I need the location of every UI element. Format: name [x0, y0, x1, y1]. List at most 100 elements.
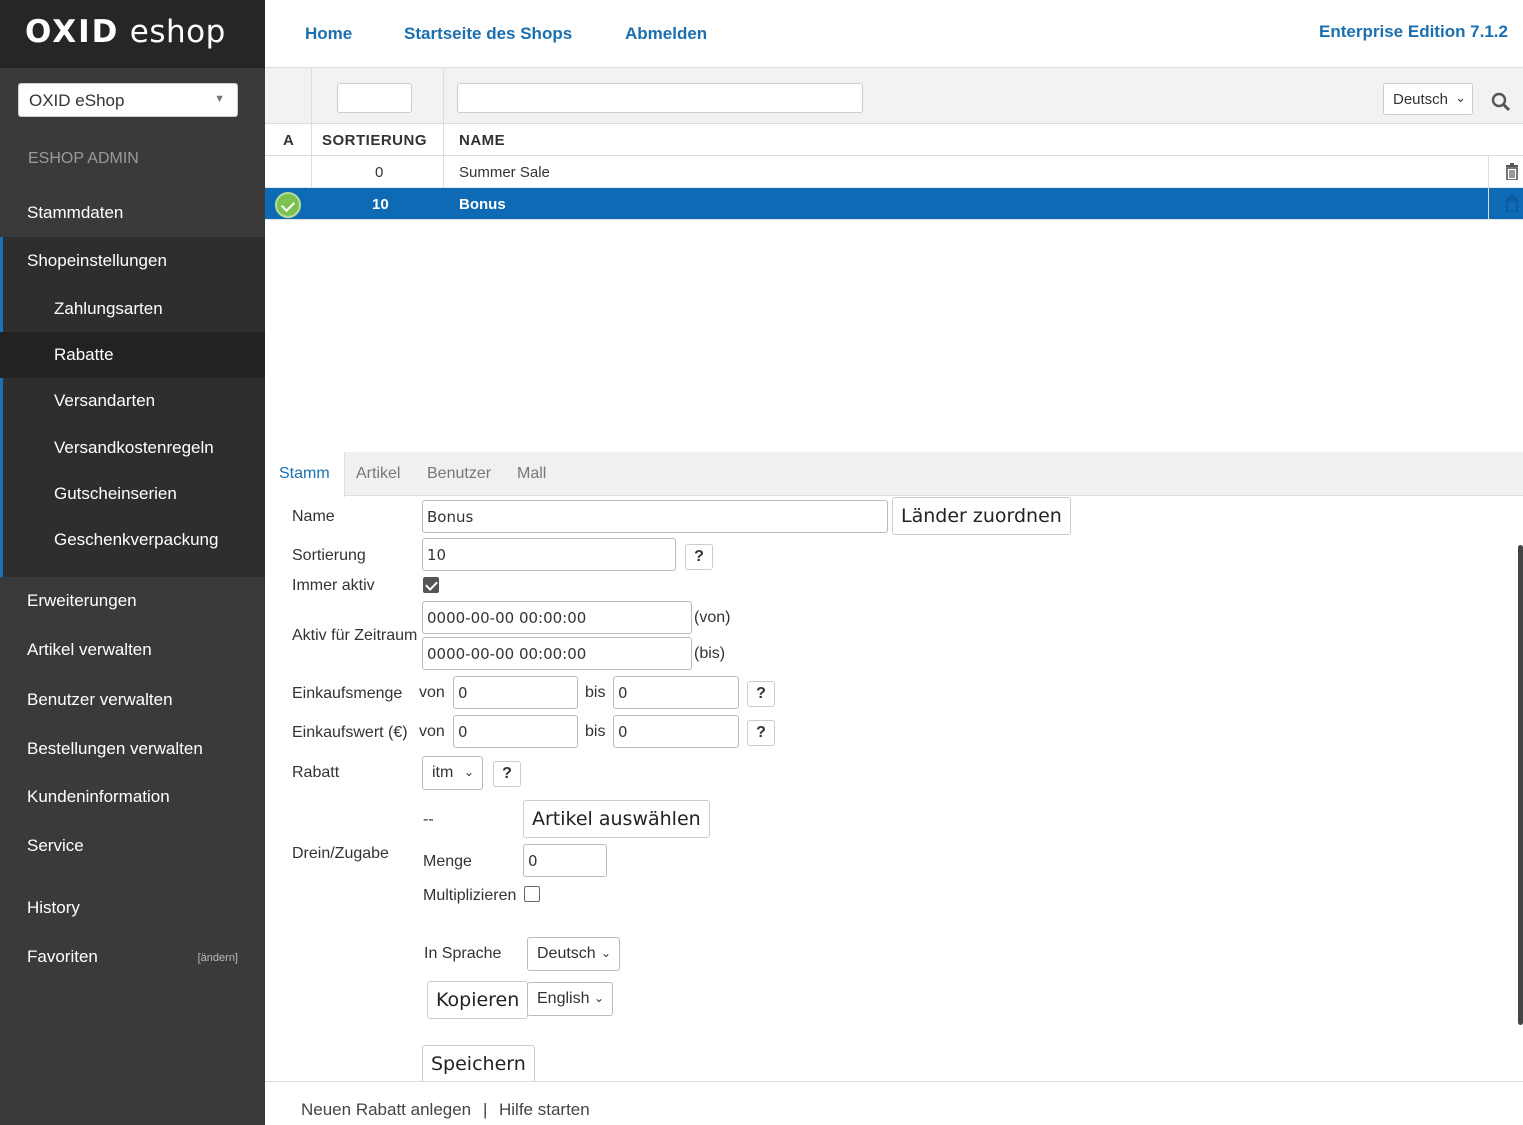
- nav-stammdaten[interactable]: Stammdaten: [0, 203, 265, 223]
- section-label: ESHOP ADMIN: [28, 150, 139, 167]
- table-row-selected[interactable]: 10 Bonus: [265, 188, 1523, 220]
- help-icon[interactable]: ?: [493, 761, 521, 787]
- footer: Neuen Rabatt anlegen | Hilfe starten: [265, 1081, 1523, 1125]
- price-von-label: von: [419, 723, 445, 740]
- header-name[interactable]: NAME: [459, 132, 505, 149]
- copy-button[interactable]: Kopieren: [427, 981, 529, 1019]
- sidebar: OXID eshop OXID eShop ▼ ESHOP ADMIN Stam…: [0, 0, 265, 1125]
- home-link[interactable]: Home: [305, 24, 352, 44]
- tab-stamm[interactable]: Stamm: [265, 452, 345, 497]
- name-label: Name: [292, 508, 335, 525]
- language-filter-select[interactable]: Deutsch ⌄: [1383, 83, 1473, 115]
- help-icon[interactable]: ?: [747, 720, 775, 746]
- nav-history[interactable]: History: [0, 898, 265, 918]
- nav-sub-versandarten[interactable]: Versandarten: [0, 378, 265, 424]
- header-sortierung[interactable]: SORTIERUNG: [322, 132, 427, 149]
- nav-erweiterungen[interactable]: Erweiterungen: [0, 591, 265, 611]
- bonus-article-value: --: [423, 811, 434, 828]
- search-icon[interactable]: [1491, 92, 1511, 112]
- nav-kundeninformation[interactable]: Kundeninformation: [0, 787, 265, 807]
- form-scrollbar[interactable]: [1518, 545, 1523, 1025]
- language-select[interactable]: Deutsch ⌄: [527, 937, 620, 971]
- amount-to-input[interactable]: 0: [613, 676, 739, 709]
- name-filter-input[interactable]: [457, 83, 863, 113]
- column-divider: [1488, 156, 1489, 220]
- quantity-label: Menge: [423, 853, 472, 870]
- trash-icon[interactable]: [1505, 163, 1519, 180]
- chevron-down-icon: ⌄: [463, 765, 474, 779]
- quantity-input[interactable]: 0: [523, 844, 607, 877]
- nav-artikel-verwalten[interactable]: Artikel verwalten: [0, 640, 265, 660]
- language-select-value: Deutsch: [537, 945, 596, 962]
- amount-from-input[interactable]: 0: [453, 676, 578, 709]
- chevron-down-icon: ⌄: [600, 946, 611, 960]
- tab-benutzer[interactable]: Benutzer: [427, 452, 491, 496]
- row-name[interactable]: Summer Sale: [459, 164, 550, 181]
- nav-bestellungen-verwalten[interactable]: Bestellungen verwalten: [0, 739, 265, 759]
- shop-start-link[interactable]: Startseite des Shops: [404, 24, 572, 44]
- sort-label: Sortierung: [292, 547, 366, 564]
- trash-icon[interactable]: [1505, 195, 1519, 212]
- amount-label: Einkaufsmenge: [292, 685, 403, 702]
- oxid-logo[interactable]: OXID eshop: [0, 0, 265, 68]
- nav-sub-gutscheinserien[interactable]: Gutscheinserien: [0, 471, 265, 517]
- help-icon[interactable]: ?: [685, 544, 713, 570]
- filter-row: Deutsch ⌄: [265, 68, 1523, 124]
- active-check-icon: [275, 192, 301, 218]
- nav-shopeinstellungen-group: Shopeinstellungen Zahlungsarten Rabatte …: [0, 237, 265, 577]
- list-header: A SORTIERUNG NAME: [265, 124, 1523, 156]
- shop-select[interactable]: OXID eShop ▼: [18, 83, 238, 117]
- select-article-button[interactable]: Artikel auswählen: [523, 800, 710, 838]
- top-header: Home Startseite des Shops Abmelden Enter…: [265, 0, 1523, 68]
- amount-von-label: von: [419, 684, 445, 701]
- price-to-input[interactable]: 0: [613, 715, 739, 748]
- row-name[interactable]: Bonus: [459, 196, 506, 213]
- sort-filter-input[interactable]: [337, 83, 412, 113]
- discount-type-value: itm: [432, 764, 454, 781]
- copy-language-select[interactable]: English ⌄: [527, 982, 613, 1016]
- logout-link[interactable]: Abmelden: [625, 24, 707, 44]
- multiply-label: Multiplizieren: [423, 887, 517, 904]
- row-sort: 10: [372, 196, 389, 213]
- always-active-label: Immer aktiv: [292, 577, 375, 594]
- multiply-checkbox[interactable]: [524, 886, 540, 902]
- header-active[interactable]: A: [283, 132, 294, 149]
- sort-input[interactable]: 10: [422, 538, 676, 571]
- chevron-down-icon: ⌄: [1455, 90, 1466, 105]
- table-row[interactable]: 0 Summer Sale: [265, 156, 1523, 188]
- help-start-link[interactable]: Hilfe starten: [499, 1100, 590, 1120]
- amount-bis-label: bis: [585, 684, 606, 701]
- language-filter-value: Deutsch: [1393, 91, 1449, 108]
- new-discount-link[interactable]: Neuen Rabatt anlegen: [301, 1100, 471, 1120]
- language-label: In Sprache: [424, 945, 502, 962]
- price-label: Einkaufswert (€): [292, 724, 408, 741]
- copy-language-value: English: [537, 990, 590, 1007]
- nav-benutzer-verwalten[interactable]: Benutzer verwalten: [0, 690, 265, 710]
- bonus-label: Drein/Zugabe: [292, 845, 389, 862]
- shop-select-value: OXID eShop: [29, 91, 125, 110]
- nav-sub-geschenkverpackung[interactable]: Geschenkverpackung: [0, 517, 265, 563]
- nav-sub-rabatte[interactable]: Rabatte: [0, 332, 265, 378]
- discount-label: Rabatt: [292, 764, 340, 781]
- footer-separator: |: [483, 1100, 488, 1119]
- price-from-input[interactable]: 0: [453, 715, 578, 748]
- name-input[interactable]: Bonus: [422, 500, 888, 533]
- tab-mall[interactable]: Mall: [517, 452, 546, 496]
- period-label: Aktiv für Zeitraum: [292, 627, 418, 644]
- period-to-input[interactable]: 0000-00-00 00:00:00: [422, 637, 692, 670]
- tab-artikel[interactable]: Artikel: [356, 452, 400, 496]
- assign-countries-button[interactable]: Länder zuordnen: [892, 497, 1071, 535]
- price-bis-label: bis: [585, 723, 606, 740]
- save-button[interactable]: Speichern: [422, 1045, 535, 1083]
- row-sort: 0: [375, 164, 384, 181]
- period-from-input[interactable]: 0000-00-00 00:00:00: [422, 601, 692, 634]
- help-icon[interactable]: ?: [747, 681, 775, 707]
- nav-sub-versandkostenregeln[interactable]: Versandkostenregeln: [0, 425, 265, 471]
- discount-type-select[interactable]: itm ⌄: [422, 756, 483, 790]
- nav-shopeinstellungen[interactable]: Shopeinstellungen: [0, 251, 265, 271]
- favoriten-edit-link[interactable]: [ändern]: [198, 952, 238, 964]
- nav-service[interactable]: Service: [0, 836, 265, 856]
- nav-sub-zahlungsarten[interactable]: Zahlungsarten: [0, 286, 265, 332]
- always-active-checkbox[interactable]: [423, 577, 439, 593]
- edition-label: Enterprise Edition 7.1.2: [1319, 22, 1508, 41]
